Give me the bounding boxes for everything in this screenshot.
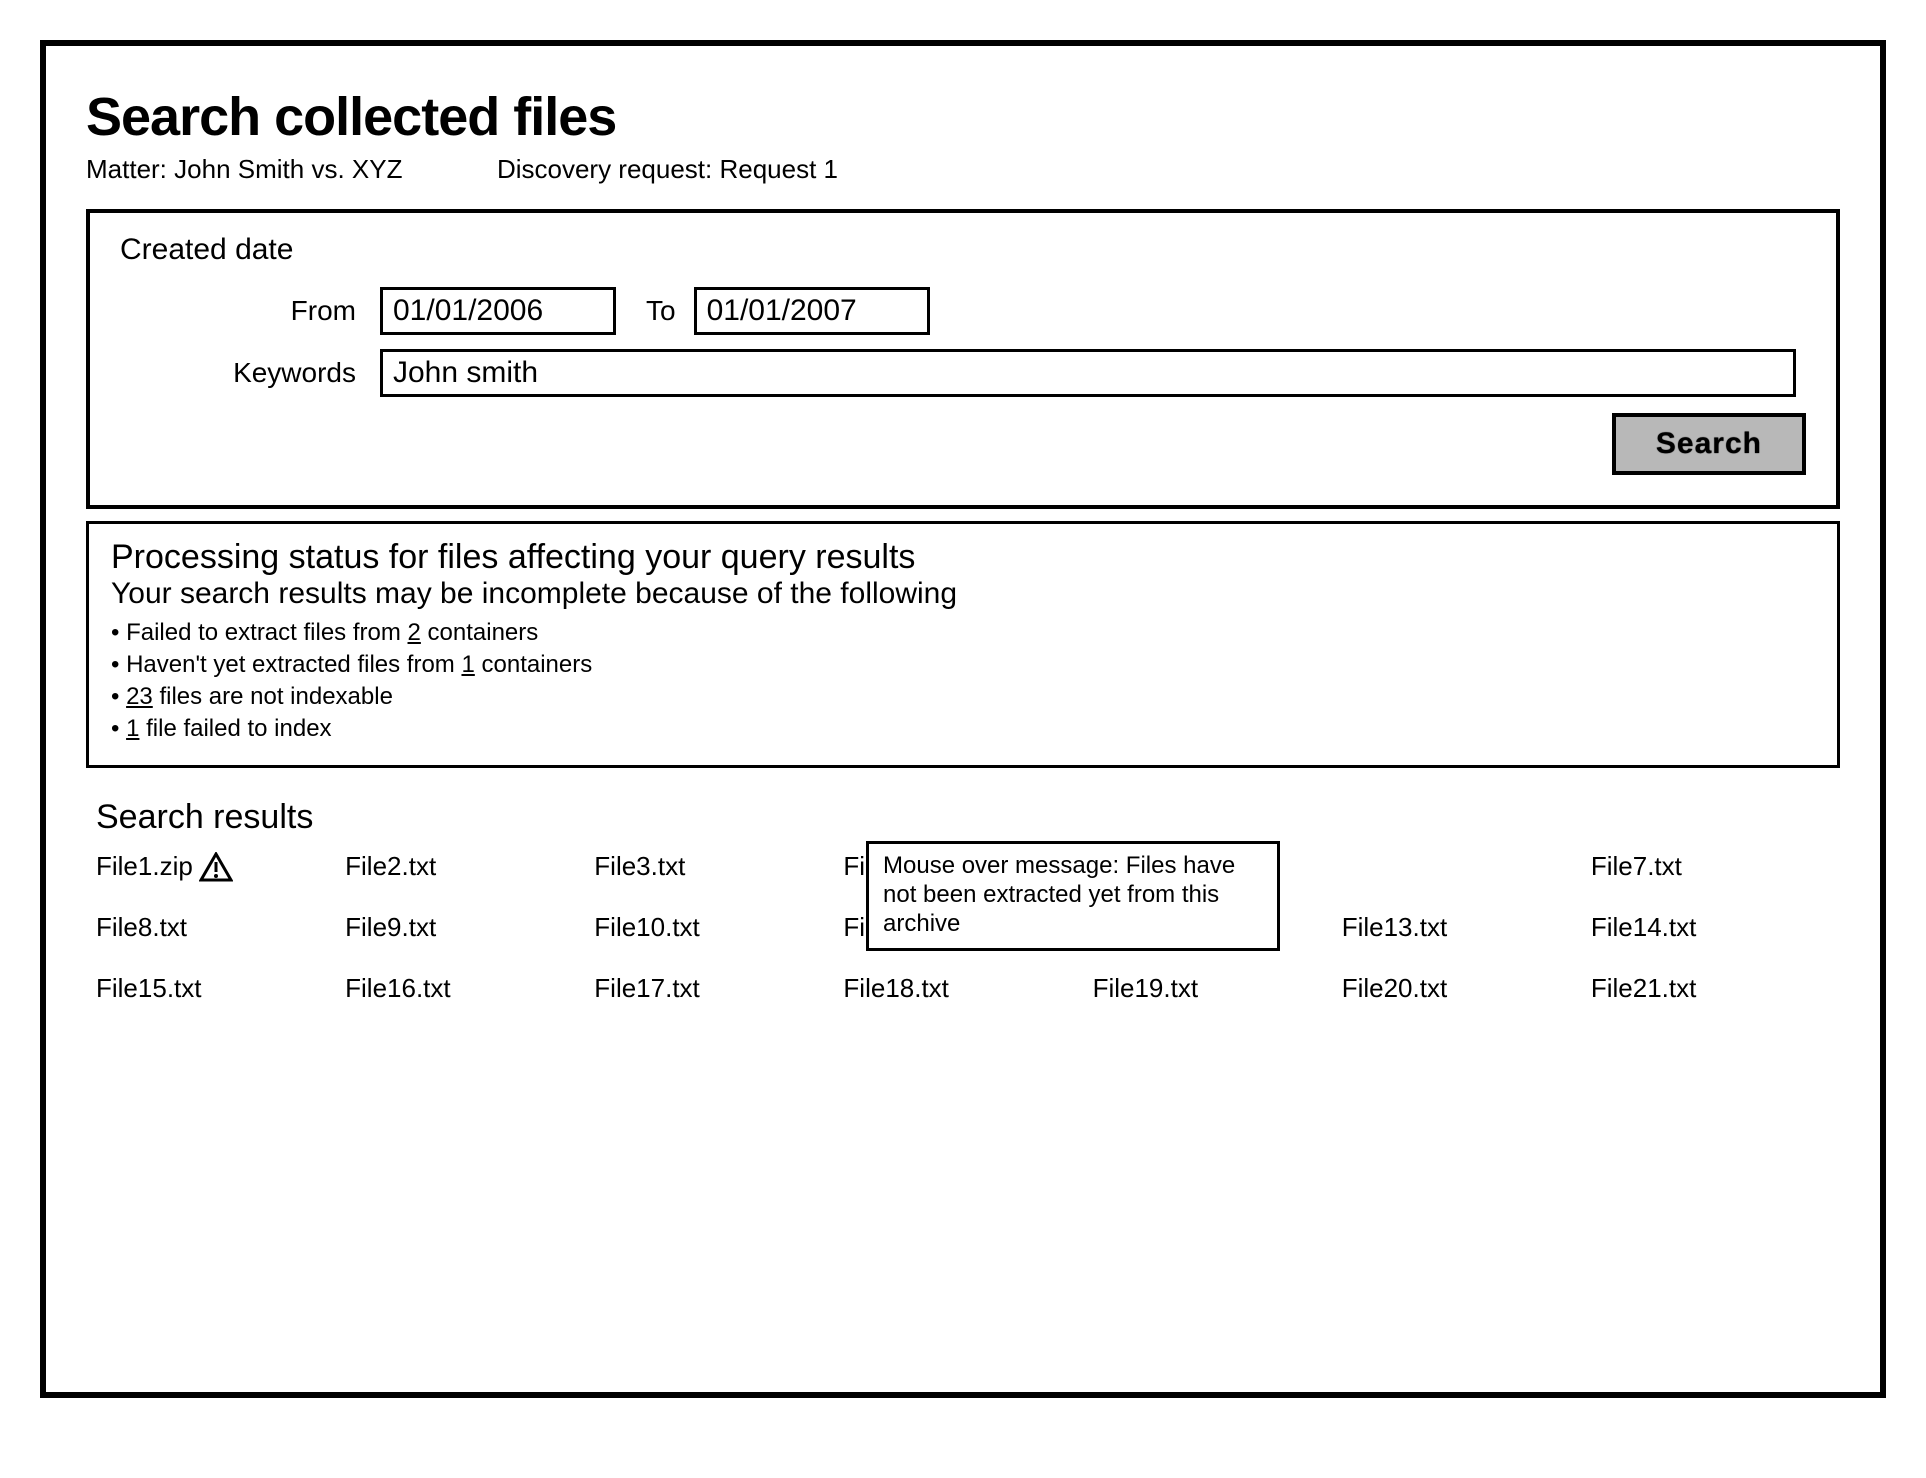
file-item[interactable]: File14.txt — [1591, 912, 1830, 943]
file-item[interactable]: File16.txt — [345, 973, 584, 1004]
file-name: File18.txt — [843, 973, 949, 1004]
status-link[interactable]: 1 — [126, 715, 139, 742]
file-item[interactable]: File19.txt — [1093, 973, 1332, 1004]
keywords-label: Keywords — [120, 357, 380, 389]
file-item[interactable]: File1.zip — [96, 851, 335, 882]
file-item[interactable]: File15.txt — [96, 973, 335, 1004]
search-button[interactable]: Search — [1612, 413, 1806, 475]
created-date-label: Created date — [120, 233, 1806, 267]
file-item[interactable]: File2.txt — [345, 851, 584, 882]
file-name: File17.txt — [594, 973, 700, 1004]
file-item[interactable]: File17.txt — [594, 973, 833, 1004]
file-item[interactable]: File10.txt — [594, 912, 833, 943]
results-area: Mouse over message: Files have not been … — [86, 851, 1840, 1004]
status-link[interactable]: 1 — [461, 651, 474, 678]
status-link[interactable]: 2 — [408, 619, 421, 646]
file-name: File2.txt — [345, 851, 436, 882]
matter-label: Matter: — [86, 154, 167, 184]
file-item[interactable]: File21.txt — [1591, 973, 1830, 1004]
status-heading: Processing status for files affecting yo… — [111, 538, 1815, 577]
file-tooltip: Mouse over message: Files have not been … — [866, 841, 1280, 951]
status-item: 1 file failed to index — [111, 715, 1815, 743]
status-list: Failed to extract files from 2 container… — [111, 619, 1815, 743]
status-item: Failed to extract files from 2 container… — [111, 619, 1815, 647]
from-date-input[interactable] — [380, 287, 616, 335]
keywords-input[interactable] — [380, 349, 1796, 397]
status-subheading: Your search results may be incomplete be… — [111, 577, 1815, 611]
file-name: File19.txt — [1093, 973, 1199, 1004]
warning-icon — [199, 852, 233, 882]
date-range-row: From To — [120, 287, 1806, 335]
status-item: Haven't yet extracted files from 1 conta… — [111, 651, 1815, 679]
discovery-value: Request 1 — [719, 154, 838, 184]
file-name: File13.txt — [1342, 912, 1448, 943]
file-name: File3.txt — [594, 851, 685, 882]
file-name: File20.txt — [1342, 973, 1448, 1004]
page-title: Search collected files — [86, 86, 1840, 148]
status-item: 23 files are not indexable — [111, 683, 1815, 711]
file-item[interactable]: File18.txt — [843, 973, 1082, 1004]
discovery-label: Discovery request: — [497, 154, 712, 184]
file-item[interactable]: File3.txt — [594, 851, 833, 882]
to-label: To — [646, 295, 676, 327]
file-name: File15.txt — [96, 973, 202, 1004]
file-name: File1.zip — [96, 851, 193, 882]
file-name: File8.txt — [96, 912, 187, 943]
to-date-input[interactable] — [694, 287, 930, 335]
search-results-heading: Search results — [96, 798, 1840, 837]
file-name: File16.txt — [345, 973, 451, 1004]
file-name: File14.txt — [1591, 912, 1697, 943]
file-name: File10.txt — [594, 912, 700, 943]
context-line: Matter: John Smith vs. XYZ Discovery req… — [86, 154, 1840, 185]
file-item[interactable]: File8.txt — [96, 912, 335, 943]
file-item — [1342, 851, 1581, 882]
file-name: File9.txt — [345, 912, 436, 943]
search-form-panel: Created date From To Keywords Search — [86, 209, 1840, 509]
from-label: From — [120, 295, 380, 327]
file-item[interactable]: File20.txt — [1342, 973, 1581, 1004]
file-name: File21.txt — [1591, 973, 1697, 1004]
file-item[interactable]: File9.txt — [345, 912, 584, 943]
status-link[interactable]: 23 — [126, 683, 153, 710]
processing-status-panel: Processing status for files affecting yo… — [86, 521, 1840, 768]
file-name: File7.txt — [1591, 851, 1682, 882]
keywords-row: Keywords — [120, 349, 1806, 397]
main-window: Search collected files Matter: John Smit… — [40, 40, 1886, 1398]
matter-value: John Smith vs. XYZ — [174, 154, 402, 184]
file-item[interactable]: File13.txt — [1342, 912, 1581, 943]
file-item[interactable]: File7.txt — [1591, 851, 1830, 882]
